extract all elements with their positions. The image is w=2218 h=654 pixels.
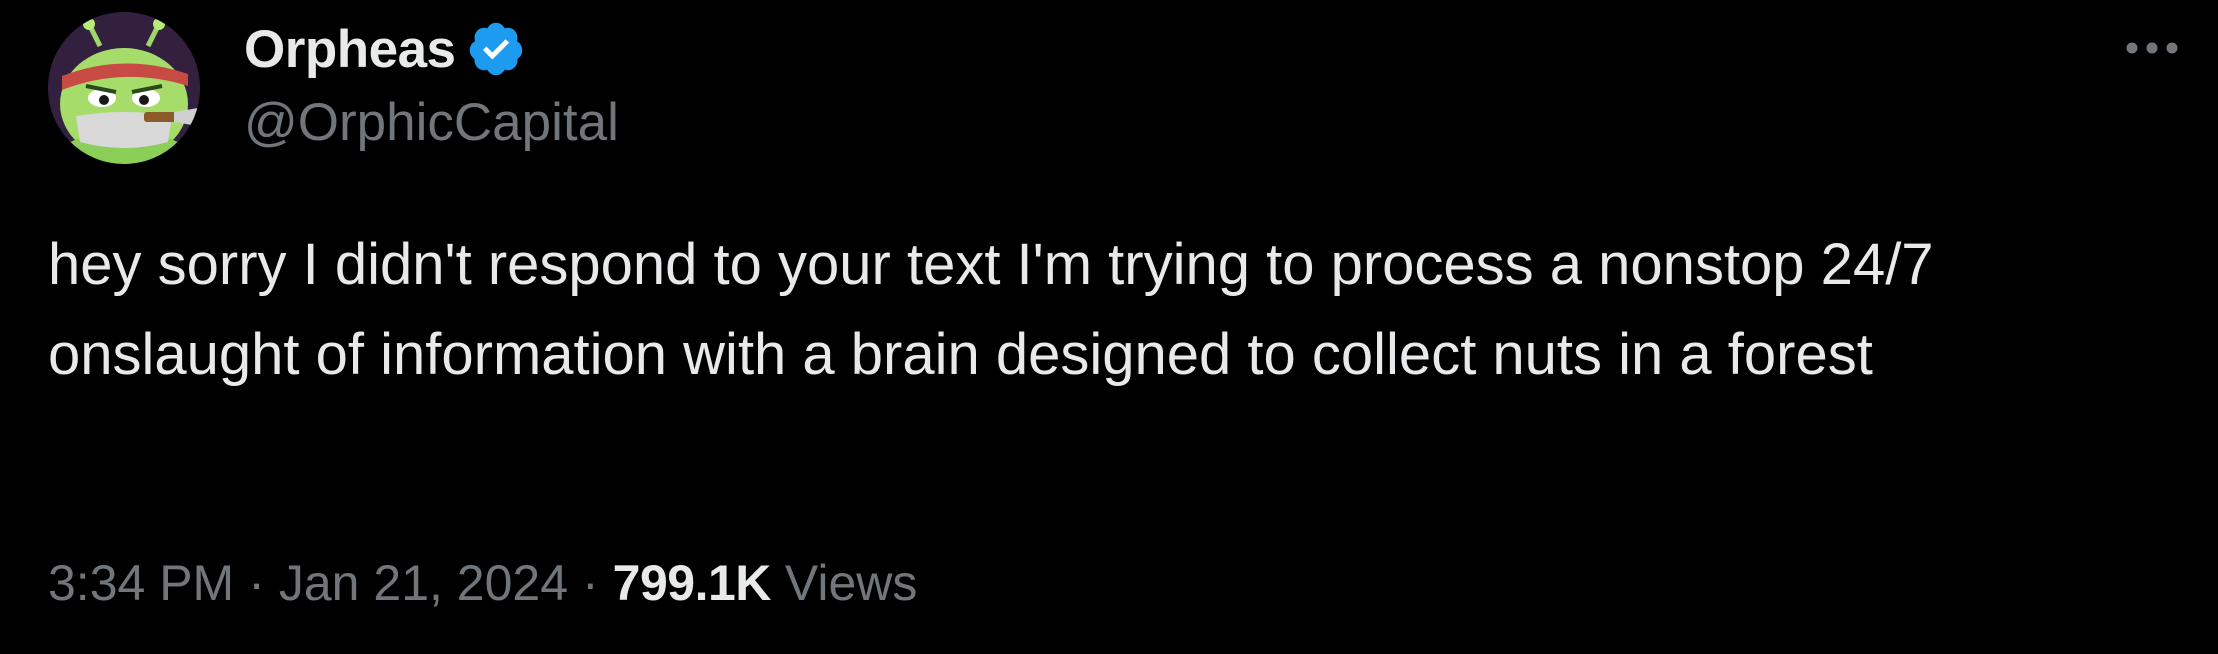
tweet-time[interactable]: 3:34 PM: [48, 554, 234, 612]
views-count[interactable]: 799.1K: [613, 554, 772, 612]
views-label: Views: [784, 555, 918, 611]
tweet-meta: 3:34 PM · Jan 21, 2024 · 799.1K Views: [48, 548, 917, 618]
tweet-date[interactable]: Jan 21, 2024: [279, 554, 568, 612]
author-handle[interactable]: @OrphicCapital: [244, 92, 619, 153]
more-options-icon: [2126, 42, 2178, 54]
more-options-button[interactable]: [2120, 24, 2184, 72]
tweet-card: Orpheas @OrphicCapital hey sorry I didn'…: [0, 0, 2218, 654]
meta-separator: ·: [248, 555, 265, 611]
author-avatar[interactable]: [48, 12, 200, 164]
author-name-row: Orpheas: [244, 18, 526, 80]
verified-badge-icon: [469, 22, 522, 76]
alien-avatar-image: [48, 12, 200, 164]
tweet-text: hey sorry I didn't respond to your text …: [48, 232, 1950, 387]
meta-separator: ·: [582, 555, 599, 611]
author-display-name[interactable]: Orpheas: [244, 19, 456, 80]
